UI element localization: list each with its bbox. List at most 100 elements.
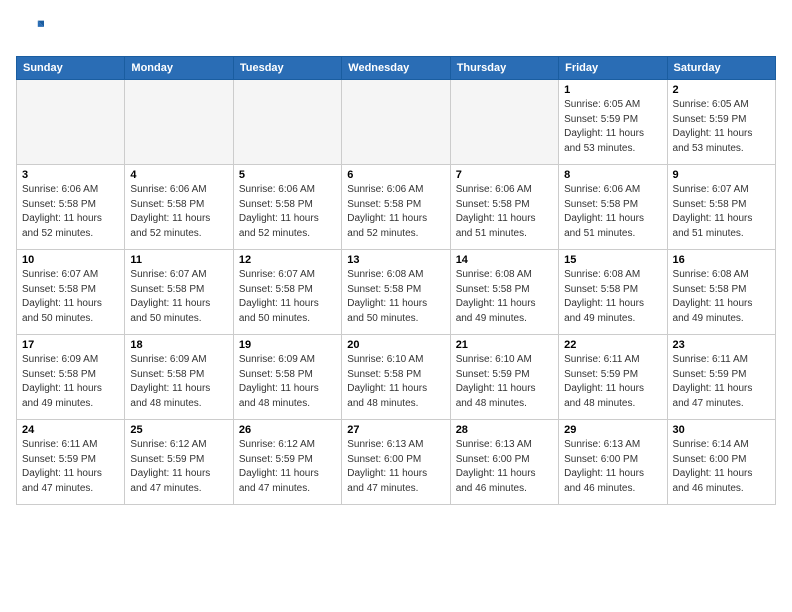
calendar-cell: 17 Sunrise: 6:09 AMSunset: 5:58 PMDayligh…	[17, 335, 125, 420]
day-number: 11	[130, 254, 227, 266]
day-number: 28	[456, 424, 553, 436]
day-info: Sunrise: 6:05 AMSunset: 5:59 PMDaylight:…	[564, 98, 661, 156]
day-info: Sunrise: 6:06 AMSunset: 5:58 PMDaylight:…	[564, 183, 661, 241]
calendar-cell: 5 Sunrise: 6:06 AMSunset: 5:58 PMDaylight…	[233, 165, 341, 250]
day-number: 7	[456, 169, 553, 181]
day-number: 5	[239, 169, 336, 181]
day-info: Sunrise: 6:08 AMSunset: 5:58 PMDaylight:…	[564, 268, 661, 326]
column-header-monday: Monday	[125, 57, 233, 80]
calendar-cell	[450, 80, 558, 165]
day-number: 8	[564, 169, 661, 181]
day-number: 10	[22, 254, 119, 266]
day-number: 2	[673, 84, 770, 96]
calendar-cell: 29 Sunrise: 6:13 AMSunset: 6:00 PMDayligh…	[559, 420, 667, 505]
calendar-cell: 15 Sunrise: 6:08 AMSunset: 5:58 PMDayligh…	[559, 250, 667, 335]
day-info: Sunrise: 6:08 AMSunset: 5:58 PMDaylight:…	[456, 268, 553, 326]
day-info: Sunrise: 6:11 AMSunset: 5:59 PMDaylight:…	[22, 438, 119, 496]
day-number: 25	[130, 424, 227, 436]
calendar-cell	[342, 80, 450, 165]
calendar-cell: 25Sunrise: 6:12 AMSunset: 5:59 PMDayligh…	[125, 420, 233, 505]
week-row-2: 3Sunrise: 6:06 AMSunset: 5:58 PMDaylight…	[17, 165, 776, 250]
day-number: 24	[22, 424, 119, 436]
column-header-tuesday: Tuesday	[233, 57, 341, 80]
calendar-cell: 28 Sunrise: 6:13 AMSunset: 6:00 PMDayligh…	[450, 420, 558, 505]
day-number: 18	[130, 339, 227, 351]
calendar-header: SundayMondayTuesdayWednesdayThursdayFrid…	[17, 57, 776, 80]
day-info: Sunrise: 6:07 AMSunset: 5:58 PMDaylight:…	[22, 268, 119, 326]
day-info: Sunrise: 6:11 AMSunset: 5:59 PMDaylight:…	[564, 353, 661, 411]
calendar-cell: 10 Sunrise: 6:07 AMSunset: 5:58 PMDayligh…	[17, 250, 125, 335]
day-number: 9	[673, 169, 770, 181]
logo	[16, 16, 50, 44]
day-info: Sunrise: 6:06 AMSunset: 5:58 PMDaylight:…	[239, 183, 336, 241]
calendar-cell: 30Sunrise: 6:14 AMSunset: 6:00 PMDayligh…	[667, 420, 775, 505]
column-header-wednesday: Wednesday	[342, 57, 450, 80]
day-number: 14	[456, 254, 553, 266]
day-info: Sunrise: 6:06 AMSunset: 5:58 PMDaylight:…	[130, 183, 227, 241]
day-number: 1	[564, 84, 661, 96]
calendar-cell: 13 Sunrise: 6:08 AMSunset: 5:58 PMDayligh…	[342, 250, 450, 335]
week-row-5: 24 Sunrise: 6:11 AMSunset: 5:59 PMDayligh…	[17, 420, 776, 505]
page-header	[16, 16, 776, 44]
column-header-saturday: Saturday	[667, 57, 775, 80]
day-number: 4	[130, 169, 227, 181]
calendar-cell: 1 Sunrise: 6:05 AMSunset: 5:59 PMDaylight…	[559, 80, 667, 165]
day-number: 27	[347, 424, 444, 436]
day-number: 30	[673, 424, 770, 436]
day-number: 16	[673, 254, 770, 266]
day-info: Sunrise: 6:06 AMSunset: 5:58 PMDaylight:…	[347, 183, 444, 241]
calendar-cell: 19Sunrise: 6:09 AMSunset: 5:58 PMDayligh…	[233, 335, 341, 420]
day-info: Sunrise: 6:07 AMSunset: 5:58 PMDaylight:…	[673, 183, 770, 241]
day-number: 23	[673, 339, 770, 351]
calendar-cell: 16 Sunrise: 6:08 AMSunset: 5:58 PMDayligh…	[667, 250, 775, 335]
calendar-cell: 12 Sunrise: 6:07 AMSunset: 5:58 PMDayligh…	[233, 250, 341, 335]
calendar-cell: 23 Sunrise: 6:11 AMSunset: 5:59 PMDayligh…	[667, 335, 775, 420]
day-number: 29	[564, 424, 661, 436]
day-info: Sunrise: 6:13 AMSunset: 6:00 PMDaylight:…	[456, 438, 553, 496]
day-info: Sunrise: 6:11 AMSunset: 5:59 PMDaylight:…	[673, 353, 770, 411]
calendar-cell: 20 Sunrise: 6:10 AMSunset: 5:58 PMDayligh…	[342, 335, 450, 420]
day-info: Sunrise: 6:10 AMSunset: 5:58 PMDaylight:…	[347, 353, 444, 411]
column-header-friday: Friday	[559, 57, 667, 80]
calendar-cell: 14 Sunrise: 6:08 AMSunset: 5:58 PMDayligh…	[450, 250, 558, 335]
calendar-cell: 7 Sunrise: 6:06 AMSunset: 5:58 PMDaylight…	[450, 165, 558, 250]
calendar-cell: 22 Sunrise: 6:11 AMSunset: 5:59 PMDayligh…	[559, 335, 667, 420]
week-row-4: 17 Sunrise: 6:09 AMSunset: 5:58 PMDayligh…	[17, 335, 776, 420]
calendar-cell	[233, 80, 341, 165]
day-info: Sunrise: 6:09 AMSunset: 5:58 PMDaylight:…	[22, 353, 119, 411]
column-header-sunday: Sunday	[17, 57, 125, 80]
calendar-cell	[17, 80, 125, 165]
day-number: 26	[239, 424, 336, 436]
day-info: Sunrise: 6:13 AMSunset: 6:00 PMDaylight:…	[347, 438, 444, 496]
calendar-cell: 9 Sunrise: 6:07 AMSunset: 5:58 PMDaylight…	[667, 165, 775, 250]
logo-icon	[16, 16, 44, 44]
day-number: 12	[239, 254, 336, 266]
day-info: Sunrise: 6:10 AMSunset: 5:59 PMDaylight:…	[456, 353, 553, 411]
calendar-cell: 24 Sunrise: 6:11 AMSunset: 5:59 PMDayligh…	[17, 420, 125, 505]
day-number: 6	[347, 169, 444, 181]
day-number: 13	[347, 254, 444, 266]
calendar-cell: 11 Sunrise: 6:07 AMSunset: 5:58 PMDayligh…	[125, 250, 233, 335]
week-row-3: 10 Sunrise: 6:07 AMSunset: 5:58 PMDayligh…	[17, 250, 776, 335]
day-info: Sunrise: 6:06 AMSunset: 5:58 PMDaylight:…	[456, 183, 553, 241]
day-number: 21	[456, 339, 553, 351]
calendar-cell	[125, 80, 233, 165]
week-row-1: 1 Sunrise: 6:05 AMSunset: 5:59 PMDaylight…	[17, 80, 776, 165]
day-info: Sunrise: 6:07 AMSunset: 5:58 PMDaylight:…	[130, 268, 227, 326]
day-info: Sunrise: 6:07 AMSunset: 5:58 PMDaylight:…	[239, 268, 336, 326]
day-info: Sunrise: 6:05 AMSunset: 5:59 PMDaylight:…	[673, 98, 770, 156]
day-number: 17	[22, 339, 119, 351]
calendar-table: SundayMondayTuesdayWednesdayThursdayFrid…	[16, 56, 776, 505]
day-info: Sunrise: 6:08 AMSunset: 5:58 PMDaylight:…	[347, 268, 444, 326]
day-number: 20	[347, 339, 444, 351]
calendar-cell: 21 Sunrise: 6:10 AMSunset: 5:59 PMDayligh…	[450, 335, 558, 420]
day-number: 15	[564, 254, 661, 266]
day-info: Sunrise: 6:13 AMSunset: 6:00 PMDaylight:…	[564, 438, 661, 496]
day-info: Sunrise: 6:08 AMSunset: 5:58 PMDaylight:…	[673, 268, 770, 326]
calendar-cell: 2 Sunrise: 6:05 AMSunset: 5:59 PMDaylight…	[667, 80, 775, 165]
calendar-cell: 27 Sunrise: 6:13 AMSunset: 6:00 PMDayligh…	[342, 420, 450, 505]
day-info: Sunrise: 6:09 AMSunset: 5:58 PMDaylight:…	[239, 353, 336, 411]
day-info: Sunrise: 6:12 AMSunset: 5:59 PMDaylight:…	[239, 438, 336, 496]
day-number: 22	[564, 339, 661, 351]
calendar-cell: 8 Sunrise: 6:06 AMSunset: 5:58 PMDaylight…	[559, 165, 667, 250]
